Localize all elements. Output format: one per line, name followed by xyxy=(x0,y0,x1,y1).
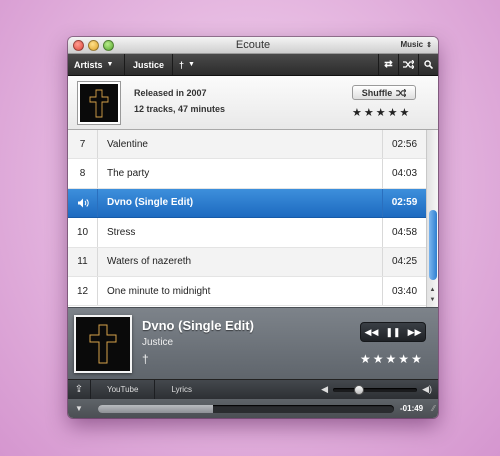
star-icon[interactable]: ★ xyxy=(373,352,386,366)
window-title: Ecoute xyxy=(235,39,271,51)
scroll-up-icon[interactable]: ▲ xyxy=(427,287,438,293)
shuffle-label: Shuffle xyxy=(361,87,393,98)
repeat-icon: ⇄ xyxy=(384,59,393,70)
track-number: 7 xyxy=(68,130,98,159)
track-number: 12 xyxy=(68,276,98,306)
star-icon[interactable]: ★ xyxy=(360,352,373,366)
source-label: Music xyxy=(400,40,424,49)
cross-artwork-icon xyxy=(89,89,109,118)
track-title: Stress xyxy=(107,226,136,238)
breadcrumb-artist-label: Justice xyxy=(132,59,165,70)
rewind-icon[interactable]: ◀◀ xyxy=(365,327,379,338)
volume-high-icon[interactable]: ◀) xyxy=(422,384,432,395)
volume-knob[interactable] xyxy=(354,384,365,395)
track-row[interactable]: 8 The party 04:03 xyxy=(68,159,426,189)
extras-bar: ⇪ YouTube Lyrics ◀ ◀) xyxy=(68,379,438,399)
title-bar[interactable]: Ecoute Music ⇕ xyxy=(68,37,438,54)
star-icon[interactable]: ★ xyxy=(388,107,400,119)
now-playing-album[interactable]: † xyxy=(142,352,149,366)
track-scrollbar[interactable]: ▲ ▼ xyxy=(426,130,438,307)
track-number: 8 xyxy=(68,159,98,188)
shuffle-album-button[interactable]: Shuffle xyxy=(352,85,416,100)
time-remaining: -01:49 xyxy=(400,404,424,413)
track-table: 7 Valentine 02:56 8 The party 04:03 Dvno… xyxy=(68,130,426,307)
search-icon xyxy=(424,60,433,69)
track-row[interactable]: 12 One minute to midnight 03:40 xyxy=(68,276,426,307)
track-title: Valentine xyxy=(107,138,148,150)
star-icon[interactable]: ★ xyxy=(386,352,399,366)
scrollbar-thumb[interactable] xyxy=(429,210,437,280)
volume-control: ◀ ◀) xyxy=(321,384,438,395)
star-icon[interactable]: ★ xyxy=(411,352,424,366)
tab-youtube[interactable]: YouTube xyxy=(90,380,154,399)
progress-fill xyxy=(98,404,214,413)
star-icon[interactable]: ★ xyxy=(376,107,388,119)
track-title: Dvno (Single Edit) xyxy=(107,197,194,209)
browse-toolbar: Artists ▼ Justice † ▼ ⇄ xyxy=(68,54,438,76)
release-year: Released in 2007 xyxy=(134,88,207,98)
track-duration: 03:40 xyxy=(382,276,426,306)
scroll-down-icon[interactable]: ▼ xyxy=(427,297,438,303)
now-playing-title: Dvno (Single Edit) xyxy=(142,318,254,333)
updown-arrows-icon: ⇕ xyxy=(426,42,432,49)
share-icon[interactable]: ⇪ xyxy=(68,384,90,395)
track-row[interactable]: 7 Valentine 02:56 xyxy=(68,130,426,160)
track-title: The party xyxy=(107,168,150,180)
now-playing-artist[interactable]: Justice xyxy=(142,337,173,348)
track-row[interactable]: 11 Waters of nazereth 04:25 xyxy=(68,247,426,277)
track-title: Waters of nazereth xyxy=(107,256,192,268)
now-playing-panel: Dvno (Single Edit) Justice † ◀◀ ❚❚ ▶▶ ★★… xyxy=(68,307,438,379)
volume-slider[interactable] xyxy=(333,384,418,395)
album-cover-small[interactable] xyxy=(78,82,120,124)
album-header: Released in 2007 12 tracks, 47 minutes S… xyxy=(68,76,438,130)
track-duration: 04:58 xyxy=(382,218,426,247)
star-icon[interactable]: ★ xyxy=(352,107,364,119)
track-duration: 02:56 xyxy=(382,130,426,159)
search-button[interactable] xyxy=(418,54,438,75)
track-duration: 02:59 xyxy=(382,188,426,218)
progress-bar-row: ▼ -01:49 ⁄⁄ xyxy=(68,399,438,418)
track-duration: 04:03 xyxy=(382,159,426,188)
breadcrumb-artists-label: Artists xyxy=(74,59,103,70)
pause-icon[interactable]: ❚❚ xyxy=(385,327,400,338)
shuffle-icon xyxy=(396,88,407,97)
breadcrumb-album-label: † xyxy=(179,59,185,70)
speaker-icon xyxy=(68,188,98,218)
shuffle-toggle-button[interactable] xyxy=(398,54,418,75)
chevron-down-icon: ▼ xyxy=(106,61,114,68)
volume-low-icon[interactable]: ◀ xyxy=(321,384,328,395)
track-number: 10 xyxy=(68,218,98,247)
track-list: 7 Valentine 02:56 8 The party 04:03 Dvno… xyxy=(68,130,438,307)
track-rating[interactable]: ★★★★★ xyxy=(360,352,424,366)
resize-grip-icon[interactable]: ⁄⁄ xyxy=(432,404,435,413)
track-row[interactable]: 10 Stress 04:58 xyxy=(68,218,426,248)
source-selector[interactable]: Music ⇕ xyxy=(400,40,432,49)
playback-progress[interactable] xyxy=(98,404,394,413)
fast-forward-icon[interactable]: ▶▶ xyxy=(408,327,422,338)
star-icon[interactable]: ★ xyxy=(398,352,411,366)
cross-artwork-icon xyxy=(89,324,117,364)
shuffle-icon xyxy=(403,60,414,69)
breadcrumb-album[interactable]: † ▼ xyxy=(172,54,200,75)
track-title: One minute to midnight xyxy=(107,285,211,297)
breadcrumb-artists[interactable]: Artists ▼ xyxy=(68,54,124,75)
album-summary: 12 tracks, 47 minutes xyxy=(134,104,226,114)
tab-lyrics[interactable]: Lyrics xyxy=(154,380,208,399)
breadcrumb-artist[interactable]: Justice xyxy=(124,54,172,75)
track-duration: 04:25 xyxy=(382,247,426,276)
track-number: 11 xyxy=(68,247,98,276)
track-row-playing[interactable]: Dvno (Single Edit) 02:59 xyxy=(68,188,426,219)
star-icon[interactable]: ★ xyxy=(364,107,376,119)
now-playing-cover[interactable] xyxy=(74,315,132,373)
transport-controls: ◀◀ ❚❚ ▶▶ xyxy=(360,322,426,342)
collapse-icon[interactable]: ▼ xyxy=(68,404,90,413)
album-rating[interactable]: ★★★★★ xyxy=(352,106,411,119)
ecoute-window: Ecoute Music ⇕ Artists ▼ Justice † ▼ ⇄ Rele… xyxy=(68,37,438,418)
repeat-button[interactable]: ⇄ xyxy=(378,54,398,75)
chevron-down-icon: ▼ xyxy=(188,61,195,68)
star-icon[interactable]: ★ xyxy=(400,107,412,119)
